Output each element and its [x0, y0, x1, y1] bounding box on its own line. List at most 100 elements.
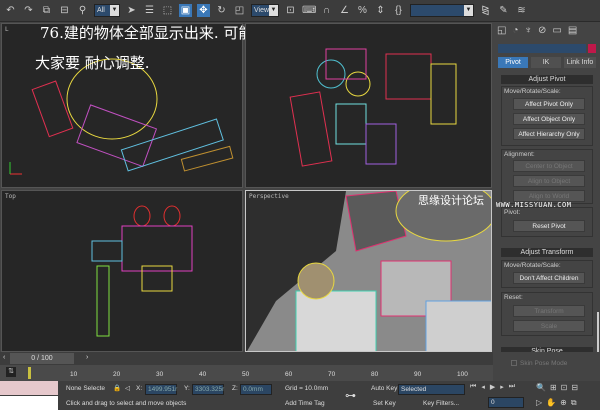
object-name-field[interactable]: [498, 44, 586, 53]
viewport-front[interactable]: [245, 23, 492, 188]
scale-icon[interactable]: ◰: [233, 4, 246, 17]
mirror-icon[interactable]: ⧎: [479, 4, 492, 17]
field-of-view-icon[interactable]: ▷: [536, 398, 542, 408]
next-frame-icon[interactable]: ▸: [500, 383, 504, 391]
move-icon[interactable]: ✥: [197, 4, 210, 17]
reset-scale-button[interactable]: Scale: [513, 320, 585, 332]
key-icon[interactable]: ⊶: [345, 389, 356, 402]
group-label: Alignment:: [504, 151, 535, 158]
affect-pivot-only-button[interactable]: Affect Pivot Only: [513, 98, 585, 110]
spinner-snap-icon[interactable]: ⇕: [374, 4, 387, 17]
rectangle-region-icon[interactable]: ⬚: [161, 4, 174, 17]
add-time-tag-button[interactable]: Add Time Tag: [285, 400, 325, 407]
current-frame-field[interactable]: 0: [488, 397, 524, 408]
time-slider[interactable]: ‹ 0 / 100 ›: [0, 352, 493, 365]
keyboard-shortcut-override-icon[interactable]: ⌨: [302, 4, 316, 17]
viewport-perspective[interactable]: Perspective: [245, 190, 492, 352]
main-toolbar: ↶ ↷ ⧉ ⊟ ⚲ All ▼ ➤ ☰ ⬚ ▣ ✥ ↻ ◰ View ▼ ⊡ ⌨ ∩…: [0, 0, 600, 22]
zoom-extents-all-icon[interactable]: ⊟: [571, 383, 578, 392]
maxscript-listener-pink[interactable]: [0, 381, 58, 395]
undo-icon[interactable]: ↶: [4, 4, 17, 17]
z-label: Z:: [232, 385, 238, 392]
auto-key-button[interactable]: Auto Key: [371, 385, 397, 392]
rollout-adjust-transform[interactable]: Adjust Transform: [501, 248, 593, 257]
go-to-end-icon[interactable]: ⏭: [509, 383, 515, 391]
watermark-url: WWW.MISSYUAN.COM: [496, 201, 572, 209]
rotate-icon[interactable]: ↻: [215, 4, 228, 17]
link-icon[interactable]: ⧉: [40, 4, 53, 17]
zoom-icon[interactable]: 🔍: [536, 383, 546, 392]
display-panel-icon[interactable]: ▭: [552, 25, 561, 36]
align-to-object-button[interactable]: Align to Object: [513, 175, 585, 187]
rollout-adjust-pivot[interactable]: Adjust Pivot: [501, 75, 593, 84]
pivot-center-icon[interactable]: ⊡: [284, 4, 297, 17]
edit-named-selection-icon[interactable]: {}: [392, 4, 405, 17]
redo-icon[interactable]: ↷: [22, 4, 35, 17]
select-icon[interactable]: ➤: [125, 4, 138, 17]
zoom-extents-icon[interactable]: ⊡: [561, 383, 568, 392]
create-panel-icon[interactable]: ◱: [497, 25, 506, 36]
frame-tick-label: 50: [242, 371, 250, 378]
unlink-icon[interactable]: ⊟: [58, 4, 71, 17]
time-slider-thumb[interactable]: 0 / 100: [10, 353, 74, 364]
prev-frame-icon[interactable]: ‹: [3, 354, 5, 361]
status-bar: None Selecte 🔒 ◁ X: 1499.951r Y: 3303.32…: [0, 381, 600, 410]
scrollbar[interactable]: [597, 312, 599, 352]
play-icon[interactable]: ▶: [490, 383, 495, 391]
frame-tick-label: 40: [199, 371, 207, 378]
go-to-start-icon[interactable]: ⏮: [470, 383, 476, 391]
affect-hierarchy-only-button[interactable]: Affect Hierarchy Only: [513, 128, 585, 140]
skin-pose-mode-checkbox[interactable]: [511, 360, 517, 366]
motion-panel-icon[interactable]: ⊘: [538, 25, 546, 36]
key-filters-button[interactable]: Key Filters...: [423, 400, 459, 407]
selection-filter-value: All: [97, 7, 105, 14]
frame-tick-label: 30: [156, 371, 164, 378]
percent-snap-icon[interactable]: %: [356, 4, 369, 17]
viewport-label: L: [5, 26, 9, 33]
affect-object-only-button[interactable]: Affect Object Only: [513, 113, 585, 125]
prompt-line: Click and drag to select and move object…: [66, 400, 187, 407]
maximize-viewport-icon[interactable]: ⧉: [571, 398, 577, 408]
lock-icon[interactable]: 🔒: [113, 384, 121, 392]
reset-pivot-button[interactable]: Reset Pivot: [513, 220, 585, 232]
dont-affect-children-button[interactable]: Don't Affect Children: [513, 272, 585, 284]
window-crossing-icon[interactable]: ▣: [179, 4, 192, 17]
viewport-top[interactable]: Top: [1, 190, 243, 352]
select-by-name-icon[interactable]: ☰: [143, 4, 156, 17]
named-selection-dropdown[interactable]: ▼: [410, 4, 474, 17]
object-color-swatch[interactable]: [588, 44, 596, 53]
modify-panel-icon[interactable]: ◔: [512, 25, 518, 36]
mini-curve-editor-icon[interactable]: ⇅: [6, 367, 16, 377]
next-frame-icon[interactable]: ›: [86, 354, 88, 361]
hierarchy-panel-icon[interactable]: ♆: [525, 25, 533, 36]
absolute-mode-icon[interactable]: ◁: [125, 384, 130, 392]
utilities-panel-icon[interactable]: ▤: [568, 25, 577, 36]
center-to-object-button[interactable]: Center to Object: [513, 160, 585, 172]
reference-coordinate-dropdown[interactable]: View ▼: [251, 4, 279, 17]
tab-pivot[interactable]: Pivot: [498, 57, 528, 68]
tab-link-info[interactable]: Link Info: [564, 57, 596, 68]
bind-space-warp-icon[interactable]: ⚲: [76, 4, 89, 17]
y-coordinate-field[interactable]: 3303.325r: [192, 384, 224, 395]
layer-manager-icon[interactable]: ≋: [515, 4, 528, 17]
rollout-title: Adjust Transform: [520, 249, 574, 256]
snap-icon[interactable]: ∩: [320, 4, 333, 17]
tab-ik[interactable]: IK: [531, 57, 561, 68]
selection-filter-dropdown[interactable]: All ▼: [94, 4, 120, 17]
align-icon[interactable]: ✎: [497, 4, 510, 17]
maxscript-listener-white[interactable]: [0, 396, 58, 410]
reset-transform-button[interactable]: Transform: [513, 305, 585, 317]
pan-icon[interactable]: ✋: [546, 398, 556, 408]
orbit-icon[interactable]: ⊕: [560, 398, 567, 408]
viewport-left[interactable]: L: [1, 23, 243, 188]
angle-snap-icon[interactable]: ∠: [338, 4, 351, 17]
previous-frame-icon[interactable]: ◂: [481, 383, 485, 391]
z-coordinate-field[interactable]: 0.0mm: [240, 384, 272, 395]
zoom-all-icon[interactable]: ⊞: [550, 383, 557, 392]
key-mode-dropdown[interactable]: Selected: [398, 384, 465, 395]
x-coordinate-field[interactable]: 1499.951r: [145, 384, 177, 395]
track-bar[interactable]: ⇅ 10 20 30 40 50 60 70 80 90 100: [0, 365, 493, 381]
ref-coord-value: View: [254, 7, 270, 14]
chevron-down-icon: ▼: [269, 5, 278, 16]
set-key-button[interactable]: Set Key: [373, 400, 396, 407]
